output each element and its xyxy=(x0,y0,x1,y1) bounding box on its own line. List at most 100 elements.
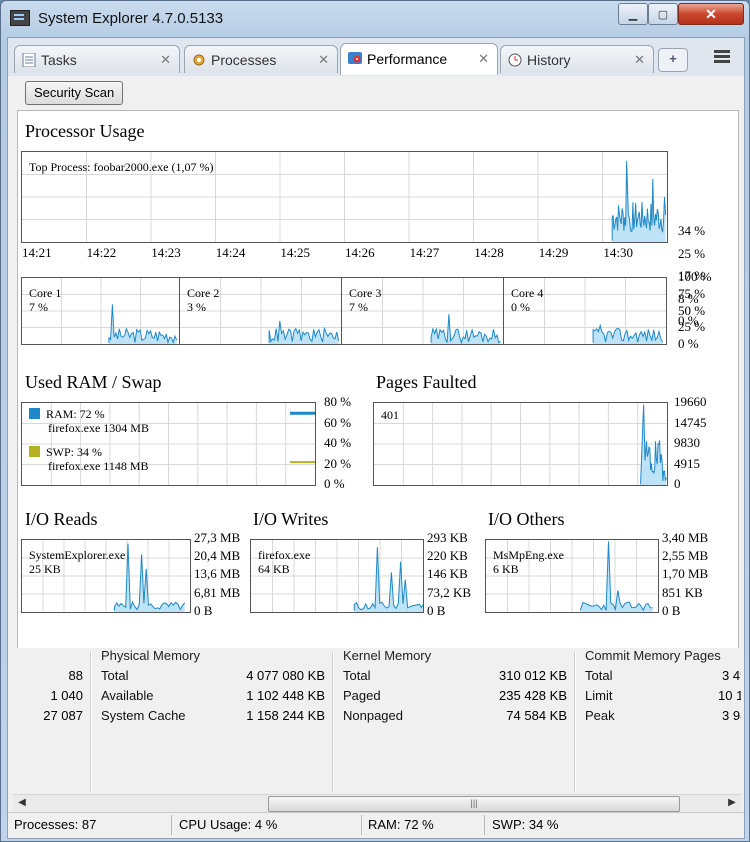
kernel-memory-column: Kernel Memory Total 310 012 KB Paged 235… xyxy=(335,648,567,794)
cpu-area xyxy=(612,161,666,242)
core-chart: Core 40 % xyxy=(503,277,667,345)
client-area: Tasks ✕ Processes ✕ Performance ✕ Histor… xyxy=(7,37,745,839)
cpu-x-tick: 14:21 xyxy=(22,245,52,260)
status-cpu: CPU Usage: 4 % xyxy=(179,817,278,832)
performance-panel: Processor Usage Top Process: foobar2000.… xyxy=(17,110,739,650)
core-name: Core 2 xyxy=(187,286,220,300)
physical-cache-value: 1 158 244 KB xyxy=(246,708,325,723)
cpu-x-tick: 14:27 xyxy=(409,245,440,260)
tab-performance-close-icon[interactable]: ✕ xyxy=(478,44,489,74)
status-divider xyxy=(171,815,172,835)
core-chart: Core 17 % xyxy=(21,277,181,345)
horizontal-scrollbar[interactable]: ◀ ||| ▶ xyxy=(13,794,741,812)
kernel-nonpaged-label: Nonpaged xyxy=(343,708,403,723)
ram-y-tick: 40 % xyxy=(324,435,352,450)
scroll-right-icon[interactable]: ▶ xyxy=(725,795,739,811)
kernel-memory-title: Kernel Memory xyxy=(343,648,432,663)
scroll-left-icon[interactable]: ◀ xyxy=(15,795,29,811)
pages-y-tick: 19660 xyxy=(674,394,707,409)
io-y-tick: 146 KB xyxy=(427,566,468,582)
physical-total-label: Total xyxy=(101,668,129,683)
title-bar[interactable]: System Explorer 4.7.0.5133 ▁ ▢ ✕ xyxy=(1,1,749,35)
ram-process: firefox.exe 1304 MB xyxy=(48,421,149,435)
commit-memory-column: Commit Memory Pages Total 3 49 Limit 10 … xyxy=(577,648,741,794)
processor-usage-title: Processor Usage xyxy=(25,121,145,141)
core-area xyxy=(431,314,501,344)
top-process-label: Top Process: foobar2000.exe (1,07 %) xyxy=(29,160,214,174)
scrollbar-thumb[interactable]: ||| xyxy=(268,796,680,812)
tab-processes-label: Processes xyxy=(211,52,277,68)
io-y-tick: 27,3 MB xyxy=(194,530,241,545)
tab-processes[interactable]: Processes ✕ xyxy=(184,45,338,73)
io-y-tick: 220 KB xyxy=(427,548,468,564)
swp-legend-swatch xyxy=(29,446,40,457)
swp-label: SWP: 34 % xyxy=(46,445,103,459)
count-value: 1 040 xyxy=(50,688,83,703)
swp-process: firefox.exe 1148 MB xyxy=(48,459,149,473)
io-others-process: MsMpEng.exe xyxy=(493,548,564,562)
io-others-value: 6 KB xyxy=(493,562,519,576)
commit-peak-value: 3 98 xyxy=(722,708,741,723)
pages-faulted-title: Pages Faulted xyxy=(376,372,477,392)
cpu-y-tick: 34 % xyxy=(678,223,706,238)
status-swp: SWP: 34 % xyxy=(492,817,559,832)
status-divider xyxy=(361,815,362,835)
io-y-tick: 6,81 MB xyxy=(194,584,241,600)
cpu-x-tick: 14:24 xyxy=(215,245,246,260)
io-y-tick: 20,4 MB xyxy=(194,548,241,564)
core-y-tick: 75 % xyxy=(678,285,706,301)
io-y-tick: 0 B xyxy=(662,602,681,618)
count-value: 88 xyxy=(68,668,83,683)
physical-available-value: 1 102 448 KB xyxy=(246,688,325,703)
commit-limit-value: 10 18 xyxy=(718,688,741,703)
tab-history[interactable]: History ✕ xyxy=(500,45,654,73)
core-value: 3 % xyxy=(187,300,206,314)
io-y-tick: 293 KB xyxy=(427,530,468,545)
clock-icon xyxy=(508,53,522,67)
ram-y-tick: 80 % xyxy=(324,394,352,409)
pages-faulted-chart: 401 xyxy=(373,402,668,486)
processor-usage-chart: Top Process: foobar2000.exe (1,07 %) xyxy=(21,151,668,243)
ram-legend-swatch xyxy=(29,408,40,419)
tab-performance[interactable]: Performance ✕ xyxy=(340,43,498,75)
tab-strip: Tasks ✕ Processes ✕ Performance ✕ Histor… xyxy=(8,38,744,76)
ram-y-tick: 60 % xyxy=(324,414,352,430)
core-chart: Core 37 % xyxy=(341,277,505,345)
core-chart: Core 23 % xyxy=(179,277,343,345)
kernel-nonpaged-value: 74 584 KB xyxy=(506,708,567,723)
physical-available-label: Available xyxy=(101,688,154,703)
io-y-tick: 2,55 MB xyxy=(662,548,709,564)
tab-tasks[interactable]: Tasks ✕ xyxy=(14,45,180,73)
kernel-paged-value: 235 428 KB xyxy=(499,688,567,703)
tab-processes-close-icon[interactable]: ✕ xyxy=(318,46,329,74)
column-divider xyxy=(332,652,334,792)
io-y-tick: 3,40 MB xyxy=(662,530,709,545)
maximize-button[interactable]: ▢ xyxy=(648,3,678,25)
physical-cache-label: System Cache xyxy=(101,708,186,723)
tasks-icon xyxy=(22,53,36,67)
core-y-tick: 0 % xyxy=(678,336,699,352)
tab-tasks-close-icon[interactable]: ✕ xyxy=(160,46,171,74)
cpu-x-tick: 14:28 xyxy=(474,245,504,260)
cpu-x-tick: 14:26 xyxy=(345,245,375,260)
security-scan-button[interactable]: Security Scan xyxy=(25,81,124,105)
new-tab-button[interactable]: + xyxy=(658,48,688,72)
menu-icon[interactable] xyxy=(714,50,730,64)
core-y-tick: 50 % xyxy=(678,302,706,318)
io-y-tick: 0 B xyxy=(194,602,213,618)
toolbar: Security Scan xyxy=(8,76,744,106)
commit-total-label: Total xyxy=(585,668,613,683)
core-name: Core 4 xyxy=(511,286,544,300)
pages-y-tick: 0 xyxy=(674,476,681,491)
status-divider xyxy=(484,815,485,835)
physical-total-value: 4 077 080 KB xyxy=(246,668,325,683)
tab-history-close-icon[interactable]: ✕ xyxy=(634,46,645,74)
swp-legend: SWP: 34 % xyxy=(29,445,102,460)
core-name: Core 3 xyxy=(349,286,382,300)
core-y-tick: 100 % xyxy=(678,269,712,284)
close-window-button[interactable]: ✕ xyxy=(678,3,744,25)
counts-column: 88 1 040 27 087 xyxy=(13,648,83,794)
io-others-chart: MsMpEng.exe 6 KB xyxy=(485,539,659,613)
minimize-button[interactable]: ▁ xyxy=(618,3,648,25)
kernel-total-value: 310 012 KB xyxy=(499,668,567,683)
